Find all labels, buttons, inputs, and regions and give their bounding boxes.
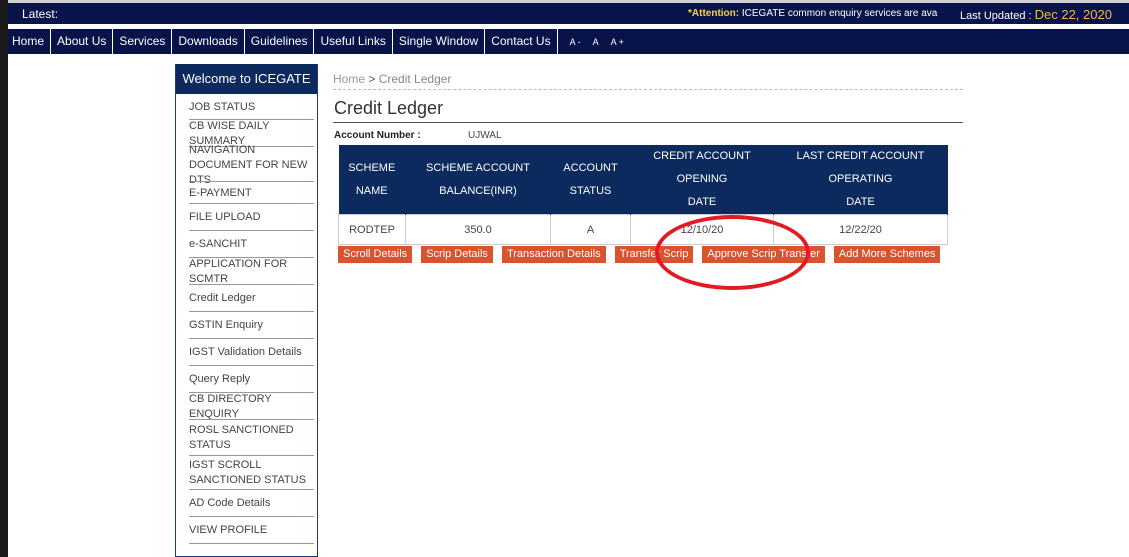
cell-opening-date: 12/10/20 xyxy=(630,214,774,245)
nav-services[interactable]: Services xyxy=(113,29,173,54)
top-navigation: Home About Us Services Downloads Guideli… xyxy=(8,29,1129,54)
transfer-scrip-button[interactable]: Transfer Scrip xyxy=(614,246,694,263)
account-number: Account Number : UJWAL xyxy=(334,130,502,141)
header-scheme-name: SCHEME NAME xyxy=(338,145,406,215)
sidebar-item-igst-scroll-sanctioned[interactable]: IGST SCROLL SANCTIONED STATUS xyxy=(176,456,317,490)
sidebar-item-job-status[interactable]: JOB STATUS xyxy=(176,94,317,120)
sidebar-item-ad-code-details[interactable]: AD Code Details xyxy=(176,490,317,517)
sidebar-item-gstin-enquiry[interactable]: GSTIN Enquiry xyxy=(176,312,317,339)
header-scheme-balance: SCHEME ACCOUNT BALANCE(INR) xyxy=(405,145,551,215)
header-last-operating-date: LAST CREDIT ACCOUNT OPERATING DATE xyxy=(773,145,948,215)
last-updated-date: Dec 22, 2020 xyxy=(1034,7,1112,22)
header-opening-date: CREDIT ACCOUNT OPENING DATE xyxy=(630,145,774,215)
sidebar-item-credit-ledger[interactable]: Credit Ledger xyxy=(176,285,317,312)
breadcrumb-separator: > xyxy=(365,72,379,86)
last-updated-label: Last Updated : xyxy=(960,10,1035,22)
sidebar-item-view-profile[interactable]: VIEW PROFILE xyxy=(176,517,317,544)
account-number-label: Account Number : xyxy=(334,130,421,141)
credit-ledger-table: SCHEME NAME SCHEME ACCOUNT BALANCE(INR) AC… xyxy=(338,145,948,245)
font-increase[interactable]: A+ xyxy=(611,37,626,47)
sidebar-item-e-sanchit[interactable]: e-SANCHIT xyxy=(176,231,317,258)
cell-balance: 350.0 xyxy=(405,214,551,245)
sidebar-item-navigation-document[interactable]: NAVIGATION DOCUMENT FOR NEW DTS xyxy=(176,144,317,186)
sidebar-item-file-upload[interactable]: FILE UPLOAD xyxy=(176,204,317,231)
breadcrumb-home[interactable]: Home xyxy=(333,72,365,86)
cell-status: A xyxy=(550,214,631,245)
font-decrease[interactable]: A- xyxy=(570,37,583,47)
action-buttons: Scroll Details Scrip Details Transaction… xyxy=(338,246,949,263)
font-normal[interactable]: A xyxy=(593,37,601,47)
table-row: RODTEP 350.0 A 12/10/20 12/22/20 xyxy=(338,214,948,245)
nav-about-us[interactable]: About Us xyxy=(51,29,114,54)
breadcrumb-divider xyxy=(333,89,963,90)
nav-downloads[interactable]: Downloads xyxy=(172,29,245,54)
sidebar-item-application-for-scmtr[interactable]: APPLICATION FOR SCMTR xyxy=(176,258,317,285)
nav-useful-links[interactable]: Useful Links xyxy=(314,29,393,54)
nav-guidelines[interactable]: Guidelines xyxy=(245,29,315,54)
sidebar-item-cb-directory-enquiry[interactable]: CB DIRECTORY ENQUIRY xyxy=(176,393,317,420)
scroll-details-button[interactable]: Scroll Details xyxy=(338,246,413,263)
transaction-details-button[interactable]: Transaction Details xyxy=(501,246,606,263)
sidebar: Welcome to ICEGATE JOB STATUS CB WISE DA… xyxy=(175,64,318,557)
news-ticker: Latest: *Attention: ICEGATE common enqui… xyxy=(8,0,1129,24)
sidebar-item-rosl-sanctioned-status[interactable]: ROSL SANCTIONED STATUS xyxy=(176,420,317,456)
ticker-latest-label: Latest: xyxy=(22,7,59,21)
scrip-details-button[interactable]: Scrip Details xyxy=(421,246,493,263)
add-more-schemes-button[interactable]: Add More Schemes xyxy=(833,246,941,263)
attention-label: *Attention: xyxy=(688,8,740,19)
cell-scheme-name: RODTEP xyxy=(338,214,406,245)
page-title: Credit Ledger xyxy=(334,98,444,118)
header-account-status: ACCOUNT STATUS xyxy=(550,145,631,215)
nav-single-window[interactable]: Single Window xyxy=(393,29,486,54)
title-divider xyxy=(333,122,963,123)
sidebar-item-igst-validation[interactable]: IGST Validation Details xyxy=(176,339,317,366)
nav-contact-us[interactable]: Contact Us xyxy=(485,29,558,54)
table-header-row: SCHEME NAME SCHEME ACCOUNT BALANCE(INR) AC… xyxy=(338,145,948,215)
sidebar-item-e-payment[interactable]: E-PAYMENT xyxy=(176,182,317,204)
breadcrumb-current: Credit Ledger xyxy=(378,72,452,86)
cell-last-operating-date: 12/22/20 xyxy=(773,214,948,245)
ticker-attention: *Attention: ICEGATE common enquiry servi… xyxy=(688,8,938,19)
attention-text: ICEGATE common enquiry services are avai… xyxy=(739,8,938,19)
account-number-value: UJWAL xyxy=(468,130,502,141)
font-size-controls: A- A A+ xyxy=(570,37,632,47)
breadcrumb: Home > Credit Ledger xyxy=(333,72,451,86)
sidebar-item-query-reply[interactable]: Query Reply xyxy=(176,366,317,393)
last-updated: Last Updated : Dec 22, 2020 xyxy=(960,7,1112,22)
nav-home[interactable]: Home xyxy=(8,29,52,54)
approve-scrip-transfer-button[interactable]: Approve Scrip Transfer xyxy=(702,246,825,263)
sidebar-title: Welcome to ICEGATE xyxy=(176,64,317,94)
window-left-edge xyxy=(0,0,8,557)
